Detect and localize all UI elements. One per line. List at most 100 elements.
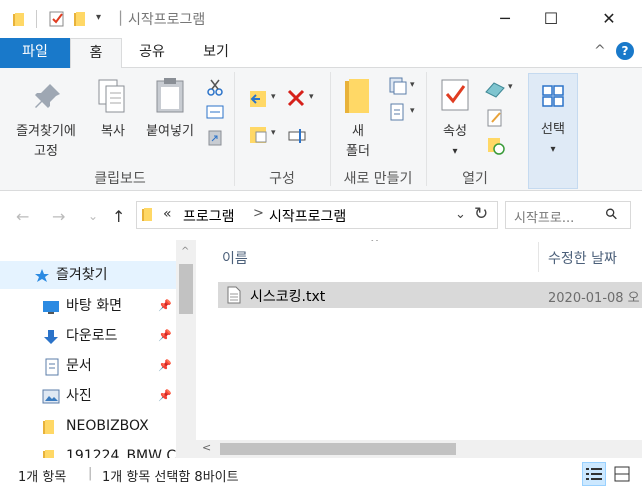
- copy-label: 복사: [101, 124, 125, 139]
- nav-item-neobizbox[interactable]: NEOBIZBOX: [0, 412, 176, 440]
- ribbon-tab-bar: 파일 홈 공유 보기 ^ ?: [0, 38, 642, 69]
- breadcrumb-separator[interactable]: >: [253, 206, 264, 221]
- clipboard-icon: [156, 78, 184, 113]
- scroll-left-icon[interactable]: <: [202, 441, 211, 454]
- pin-icon: 📌: [158, 389, 172, 402]
- select-button[interactable]: 선택 ▾: [528, 73, 578, 189]
- edit-icon[interactable]: [486, 108, 504, 128]
- nav-item-label: 다운로드: [66, 328, 118, 344]
- status-bar: 1개 항목 | 1개 항목 선택함 8바이트: [0, 458, 642, 490]
- open-group-label: 열기: [462, 171, 488, 187]
- copy-button[interactable]: 복사: [92, 72, 134, 144]
- search-input[interactable]: 시작프로...: [514, 207, 574, 226]
- move-to-dropdown-icon[interactable]: ▾: [271, 92, 276, 102]
- folder-icon: [13, 13, 24, 26]
- refresh-icon[interactable]: ↻: [474, 204, 488, 224]
- tab-share[interactable]: 공유: [124, 38, 180, 68]
- title-bar: ▾ | 시작프로그램 ─ ☐ ✕: [0, 0, 642, 38]
- column-header-name[interactable]: 이름: [222, 248, 248, 268]
- search-box[interactable]: 시작프로... ⚲: [505, 201, 631, 229]
- horizontal-scrollbar[interactable]: <: [196, 440, 642, 458]
- properties-icon: [441, 79, 469, 111]
- select-dropdown-icon: ▾: [550, 144, 556, 155]
- paste-button[interactable]: 붙여넣기: [138, 72, 202, 144]
- properties-dropdown-icon[interactable]: ▾: [430, 142, 480, 162]
- breadcrumb-programs[interactable]: 프로그램: [183, 206, 235, 226]
- properties-button[interactable]: 속성 ▾: [430, 72, 480, 168]
- maximize-button[interactable]: ☐: [528, 0, 574, 38]
- details-view-button[interactable]: [582, 462, 606, 486]
- nav-scroll-thumb[interactable]: [179, 264, 193, 314]
- address-bar[interactable]: « 프로그램 > 시작프로그램 ⌄ ↻: [136, 201, 498, 229]
- file-name: 시스코킹.txt: [250, 289, 326, 305]
- open-icon[interactable]: [484, 80, 506, 98]
- recent-locations-button[interactable]: ⌄: [88, 209, 98, 223]
- new-folder-button[interactable]: 새 폴더: [334, 72, 382, 168]
- column-header-modified[interactable]: 수정한 날짜: [548, 248, 617, 268]
- back-button[interactable]: ←: [16, 207, 29, 226]
- rename-icon[interactable]: [288, 126, 308, 146]
- paste-label: 붙여넣기: [146, 124, 194, 139]
- minimize-button[interactable]: ─: [482, 0, 528, 38]
- ribbon-separator: [234, 72, 235, 186]
- folder-icon: [43, 420, 54, 434]
- breadcrumb-overflow[interactable]: «: [163, 206, 172, 222]
- nav-item-quick-access[interactable]: 즐겨찾기: [0, 261, 176, 289]
- horizontal-scroll-thumb[interactable]: [220, 443, 456, 455]
- address-dropdown-icon[interactable]: ⌄: [455, 207, 466, 222]
- move-to-icon[interactable]: [248, 88, 270, 110]
- copy-path-icon[interactable]: [206, 104, 224, 120]
- collapse-ribbon-icon[interactable]: ^: [594, 43, 606, 59]
- cut-icon[interactable]: [206, 78, 224, 96]
- tab-view[interactable]: 보기: [184, 38, 248, 68]
- text-file-icon: [227, 286, 241, 304]
- pin-icon: 📌: [158, 359, 172, 372]
- new-item-dropdown-icon[interactable]: ▾: [410, 80, 415, 90]
- breadcrumb-startup[interactable]: 시작프로그램: [269, 206, 346, 226]
- new-item-icon[interactable]: [388, 76, 408, 96]
- pin-icon: [35, 84, 60, 108]
- history-icon[interactable]: [486, 136, 506, 156]
- delete-dropdown-icon[interactable]: ▾: [309, 92, 314, 102]
- properties-check-icon[interactable]: [48, 10, 66, 28]
- copy-to-dropdown-icon[interactable]: ▾: [271, 128, 276, 138]
- help-icon[interactable]: ?: [616, 42, 634, 60]
- new-folder-icon[interactable]: [72, 10, 90, 28]
- nav-item-pictures[interactable]: 사진 📌: [0, 382, 176, 410]
- qat-dropdown-icon[interactable]: ▾: [96, 12, 101, 23]
- close-button[interactable]: ✕: [586, 0, 632, 38]
- ribbon: 즐겨찾기에 고정 복사 붙여넣기 클립보드 ▾ ▾ ▾ 구성 새 폴더 ▾ ▾ …: [0, 68, 642, 191]
- organize-group-label: 구성: [269, 171, 295, 187]
- star-icon: [35, 269, 49, 282]
- nav-item-downloads[interactable]: 다운로드 📌: [0, 322, 176, 350]
- easy-access-icon[interactable]: [388, 102, 408, 122]
- item-count: 1개 항목: [18, 470, 67, 485]
- nav-item-bmw-ci[interactable]: 191224_BMW CI: [0, 442, 180, 458]
- ribbon-separator: [426, 72, 427, 186]
- file-row[interactable]: 시스코킹.txt 2020-01-08 오: [218, 282, 642, 308]
- nav-item-desktop[interactable]: 바탕 화면 📌: [0, 292, 176, 320]
- pin-to-quick-access-button[interactable]: 즐겨찾기에 고정: [4, 72, 88, 164]
- sort-indicator-icon: ^: [370, 240, 380, 249]
- pin-icon: 📌: [158, 329, 172, 342]
- large-icons-view-button[interactable]: [610, 462, 634, 486]
- easy-access-dropdown-icon[interactable]: ▾: [410, 106, 415, 116]
- details-view-icon: [586, 468, 602, 480]
- window-title: 시작프로그램: [128, 12, 206, 28]
- up-button[interactable]: ↑: [112, 207, 125, 226]
- scroll-up-icon[interactable]: ^: [181, 246, 189, 257]
- copy-to-icon[interactable]: [248, 124, 270, 146]
- nav-item-label: 바탕 화면: [66, 298, 122, 314]
- tab-file[interactable]: 파일: [0, 38, 70, 68]
- open-dropdown-icon[interactable]: ▾: [508, 82, 513, 92]
- nav-scrollbar[interactable]: ^: [176, 240, 196, 458]
- forward-button[interactable]: →: [52, 207, 65, 226]
- file-list: ^ 이름 수정한 날짜 시스코킹.txt 2020-01-08 오: [196, 240, 642, 458]
- paste-shortcut-icon[interactable]: [206, 128, 224, 146]
- folder-icon: [142, 208, 152, 221]
- nav-item-documents[interactable]: 문서 📌: [0, 352, 176, 380]
- delete-icon[interactable]: [286, 88, 306, 108]
- tab-home[interactable]: 홈: [70, 38, 122, 69]
- pin-label: 즐겨찾기에: [16, 124, 76, 139]
- status-separator: |: [88, 466, 93, 481]
